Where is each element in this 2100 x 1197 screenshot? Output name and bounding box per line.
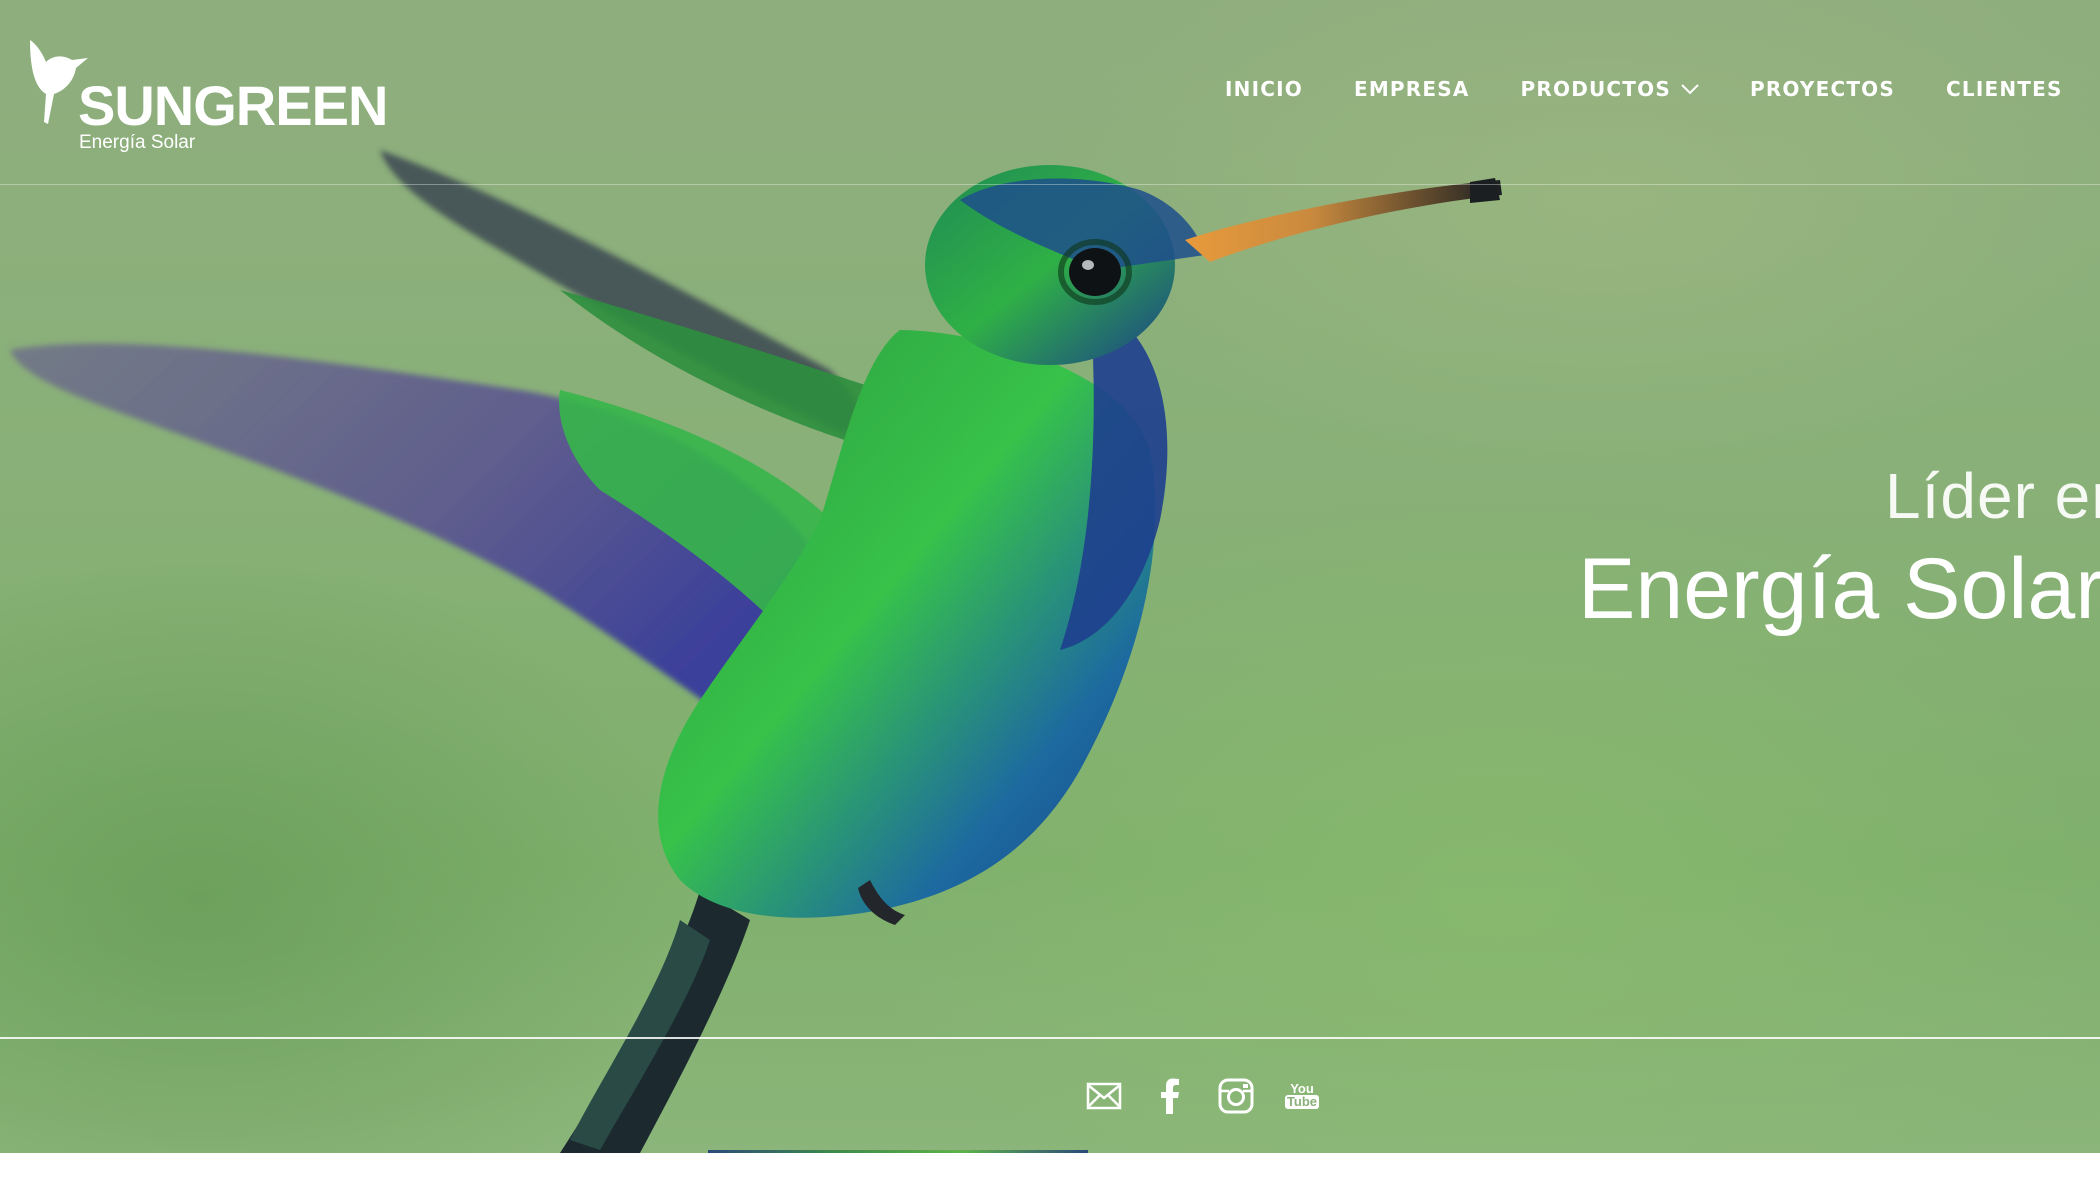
youtube-logo: You Tube: [1284, 1082, 1320, 1109]
image-strip: [708, 1150, 1088, 1153]
nav-item-label: EMPRESA: [1353, 77, 1470, 101]
nav-item-clientes[interactable]: CLIENTES: [1946, 77, 2063, 101]
nav-item-label: INICIO: [1225, 77, 1303, 101]
youtube-text-bottom: Tube: [1284, 1094, 1320, 1109]
hero-headline-line2: Energía Solar: [1578, 541, 2100, 637]
logo-subtitle: Energía Solar: [79, 132, 196, 153]
nav-item-proyectos[interactable]: PROYECTOS: [1750, 77, 1895, 101]
nav-item-inicio[interactable]: INICIO: [1225, 77, 1303, 101]
sungreen-logo[interactable]: SUNGREEN Energía Solar: [26, 32, 406, 158]
mail-icon[interactable]: [1084, 1076, 1124, 1116]
nav-item-productos[interactable]: PRODUCTOS: [1521, 77, 1699, 101]
main-nav: INICIO EMPRESA PRODUCTOS PROYECTOS CLIEN…: [1225, 76, 2100, 102]
nav-item-label: PRODUCTOS: [1520, 77, 1671, 101]
nav-item-empresa[interactable]: EMPRESA: [1354, 77, 1470, 101]
facebook-icon[interactable]: [1150, 1076, 1190, 1116]
footer-divider: [0, 1037, 2100, 1039]
page: SUNGREEN Energía Solar INICIO EMPRESA PR…: [0, 0, 2100, 1197]
nav-item-label: PROYECTOS: [1749, 77, 1895, 101]
nav-item-label: CLIENTES: [1946, 77, 2063, 101]
chevron-down-icon: [1681, 84, 1699, 95]
instagram-icon[interactable]: [1216, 1076, 1256, 1116]
hero-headline-line1: Líder er: [1885, 460, 2100, 532]
youtube-icon[interactable]: You Tube: [1282, 1076, 1322, 1116]
hero-banner: SUNGREEN Energía Solar INICIO EMPRESA PR…: [0, 0, 2100, 1153]
social-links: You Tube: [1084, 1076, 1348, 1116]
header-divider: [0, 184, 2100, 185]
logo-wordmark: SUNGREEN: [78, 74, 388, 137]
